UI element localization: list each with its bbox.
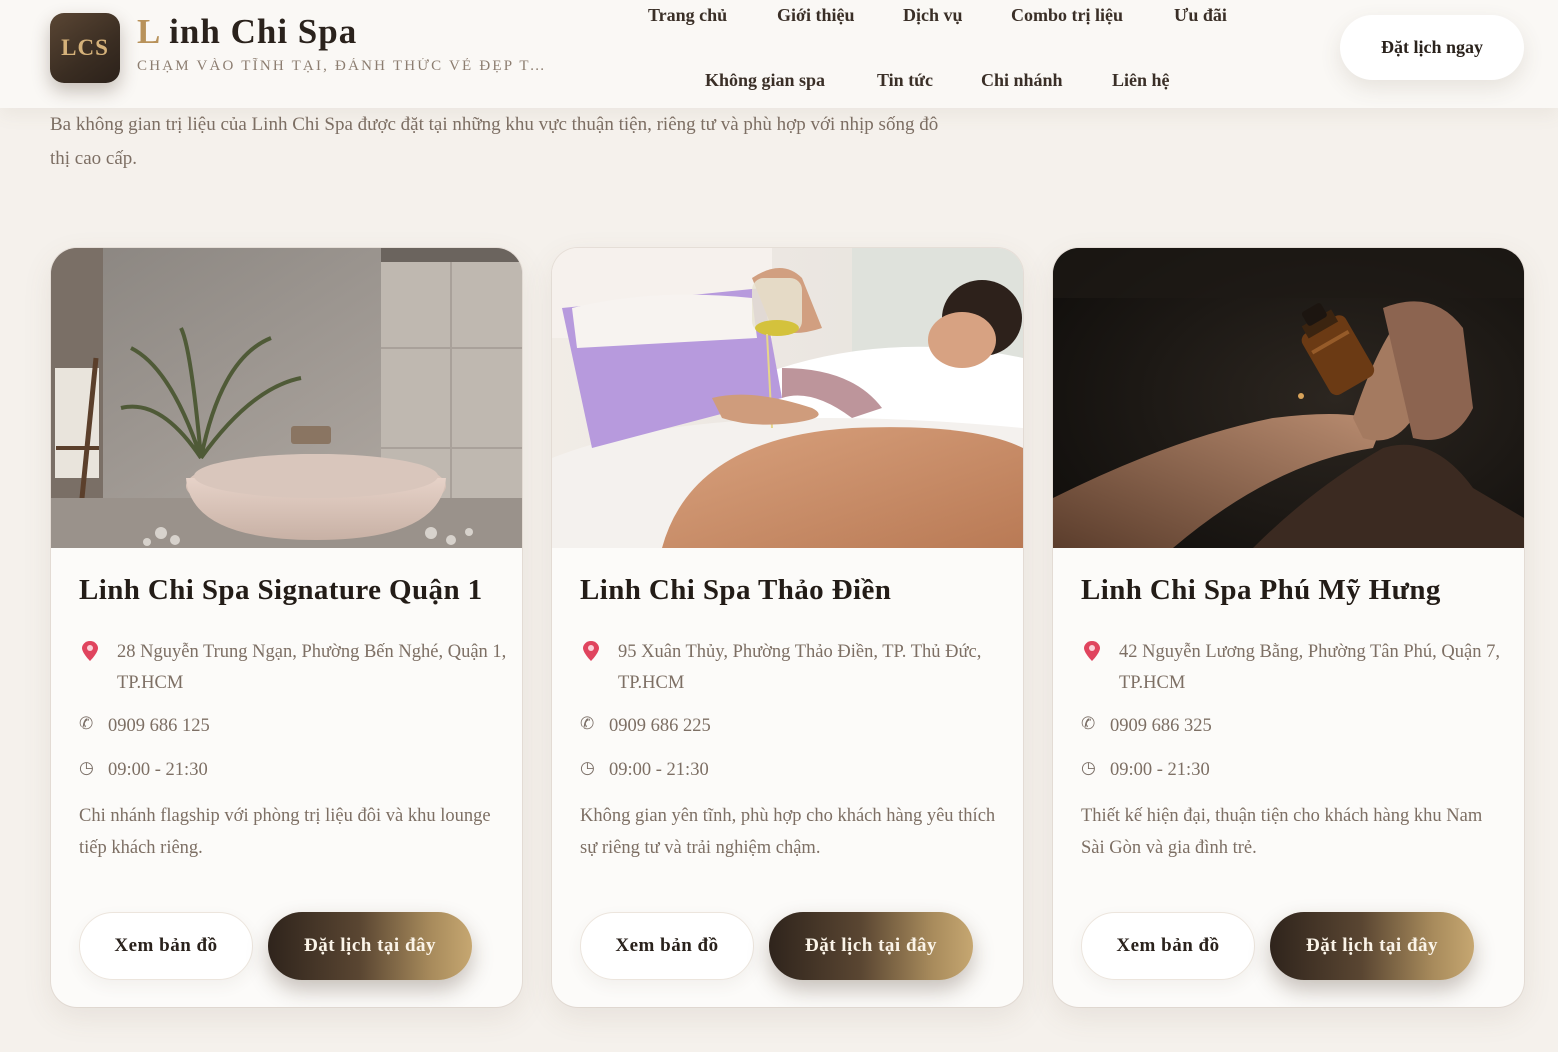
nav-link-combo[interactable]: Combo trị liệu <box>1011 5 1123 26</box>
branch-description: Chi nhánh flagship với phòng trị liệu đô… <box>79 806 491 858</box>
view-map-button[interactable]: Xem bản đồ <box>1081 912 1255 980</box>
site-header: LCS L inh Chi Spa CHẠM VÀO TĨNH TẠI, ĐÁN… <box>0 0 1558 108</box>
phone-icon: ✆ <box>79 714 94 733</box>
map-pin-icon <box>583 641 599 661</box>
brand-name-rest: inh Chi Spa <box>169 12 358 51</box>
book-now-button[interactable]: Đặt lịch ngay <box>1340 15 1524 80</box>
map-pin-icon <box>82 641 98 661</box>
branch-description: Thiết kế hiện đại, thuận tiện cho khách … <box>1081 806 1483 858</box>
nav-link-news[interactable]: Tin tức <box>877 70 933 91</box>
brand-initial: L <box>137 12 160 51</box>
branch-description: Không gian yên tĩnh, phù hợp cho khách h… <box>580 806 996 858</box>
branch-name: Linh Chi Spa Thảo Điền <box>580 574 892 606</box>
branch-card-phu-my-hung: Linh Chi Spa Phú Mỹ Hưng 42 Nguyễn Lương… <box>1053 248 1524 1007</box>
branch-card-quan-1: Linh Chi Spa Signature Quận 1 28 Nguyễn … <box>51 248 522 1007</box>
view-map-button[interactable]: Xem bản đồ <box>79 912 253 980</box>
branch-address: 95 Xuân Thủy, Phường Thảo Điền, TP. Thủ … <box>618 642 982 693</box>
branch-name: Linh Chi Spa Phú Mỹ Hưng <box>1081 574 1441 606</box>
nav-link-about[interactable]: Giới thiệu <box>777 5 854 26</box>
map-pin-icon <box>1084 641 1100 661</box>
brand-name[interactable]: L inh Chi Spa <box>137 12 357 52</box>
book-here-button[interactable]: Đặt lịch tại đây <box>268 912 472 980</box>
branch-name: Linh Chi Spa Signature Quận 1 <box>79 574 483 606</box>
clock-icon: ◷ <box>79 758 94 777</box>
view-map-button[interactable]: Xem bản đồ <box>580 912 754 980</box>
nav-link-contact[interactable]: Liên hệ <box>1112 70 1170 91</box>
nav-link-services[interactable]: Dịch vụ <box>903 5 963 26</box>
section-intro: Ba không gian trị liệu của Linh Chi Spa … <box>50 114 939 169</box>
branch-photo-bathtub <box>51 248 522 548</box>
nav-link-space[interactable]: Không gian spa <box>705 70 825 91</box>
brand-tagline: CHẠM VÀO TĨNH TẠI, ĐÁNH THỨC VẺ ĐẸP T... <box>137 58 547 74</box>
branch-photo-massage <box>552 248 1023 548</box>
nav-link-branches[interactable]: Chi nhánh <box>981 70 1063 91</box>
logo[interactable]: LCS <box>50 13 120 83</box>
book-here-button[interactable]: Đặt lịch tại đây <box>1270 912 1474 980</box>
branch-phone[interactable]: 0909 686 325 <box>1110 711 1212 742</box>
branch-phone[interactable]: 0909 686 125 <box>108 711 210 742</box>
branch-card-thao-dien: Linh Chi Spa Thảo Điền 95 Xuân Thủy, Phư… <box>552 248 1023 1007</box>
phone-icon: ✆ <box>580 714 595 733</box>
clock-icon: ◷ <box>1081 758 1096 777</box>
branch-hours: 09:00 - 21:30 <box>1110 760 1210 780</box>
branch-phone[interactable]: 0909 686 225 <box>609 711 711 742</box>
nav-link-offers[interactable]: Ưu đãi <box>1174 5 1227 26</box>
branch-hours: 09:00 - 21:30 <box>609 760 709 780</box>
branch-address: 28 Nguyễn Trung Ngạn, Phường Bến Nghé, Q… <box>117 642 507 693</box>
logo-text: LCS <box>61 35 109 60</box>
clock-icon: ◷ <box>580 758 595 777</box>
branch-photo-essential-oil <box>1053 248 1524 548</box>
branch-hours: 09:00 - 21:30 <box>108 760 208 780</box>
phone-icon: ✆ <box>1081 714 1096 733</box>
book-here-button[interactable]: Đặt lịch tại đây <box>769 912 973 980</box>
nav-link-home[interactable]: Trang chủ <box>648 5 727 26</box>
branch-address: 42 Nguyễn Lương Bằng, Phường Tân Phú, Qu… <box>1119 642 1500 693</box>
